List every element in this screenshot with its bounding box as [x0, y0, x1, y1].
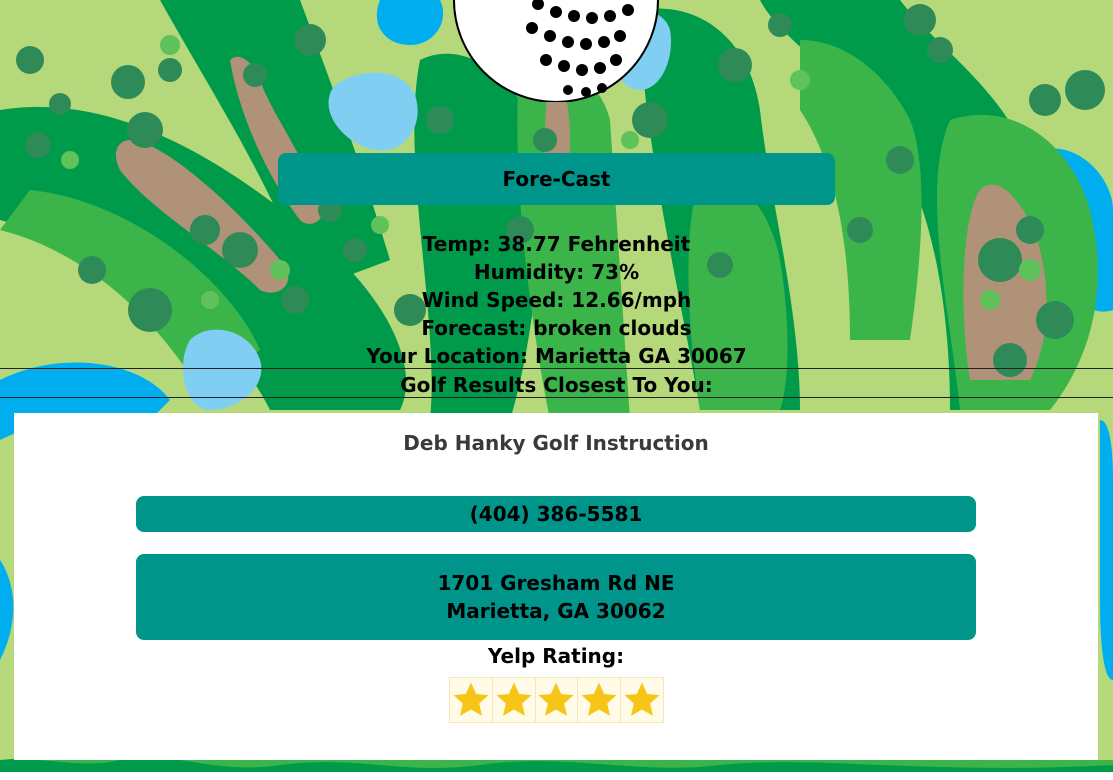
address-button[interactable]: 1701 Gresham Rd NE Marietta, GA 30062 — [136, 554, 976, 640]
app-title-banner: Fore-Cast — [278, 153, 835, 205]
forecast-text: Forecast: broken clouds — [421, 316, 692, 340]
star-icon — [491, 677, 536, 723]
weather-info: Temp: 38.77 Fehrenheit Humidity: 73% Win… — [0, 230, 1113, 400]
page-content: Fore-Cast Temp: 38.77 Fehrenheit Humidit… — [0, 0, 1113, 780]
yelp-rating-stars — [449, 677, 664, 723]
star-icon — [449, 677, 493, 723]
business-name: Deb Hanky Golf Instruction — [403, 431, 709, 455]
golf-result-card: Deb Hanky Golf Instruction (404) 386-558… — [14, 413, 1098, 760]
temperature-text: Temp: 38.77 Fehrenheit — [422, 232, 691, 256]
location-text: Your Location: Marietta GA 30067 — [366, 344, 747, 368]
star-icon — [620, 677, 664, 723]
app-title: Fore-Cast — [502, 167, 611, 191]
yelp-rating-label: Yelp Rating: — [487, 644, 625, 668]
star-icon — [534, 677, 579, 723]
address-line-1: 1701 Gresham Rd NE — [437, 571, 675, 595]
phone-number: (404) 386-5581 — [469, 502, 643, 526]
star-icon — [577, 677, 622, 723]
next-card-edge — [0, 772, 1113, 780]
phone-button[interactable]: (404) 386-5581 — [136, 496, 976, 532]
divider-top — [0, 368, 1113, 369]
humidity-text: Humidity: 73% — [473, 260, 640, 284]
address-line-2: Marietta, GA 30062 — [446, 599, 666, 623]
golf-ball-icon — [453, 0, 659, 102]
wind-speed-text: Wind Speed: 12.66/mph — [421, 288, 692, 312]
results-heading: Golf Results Closest To You: — [400, 373, 713, 397]
divider-bottom — [0, 397, 1113, 398]
